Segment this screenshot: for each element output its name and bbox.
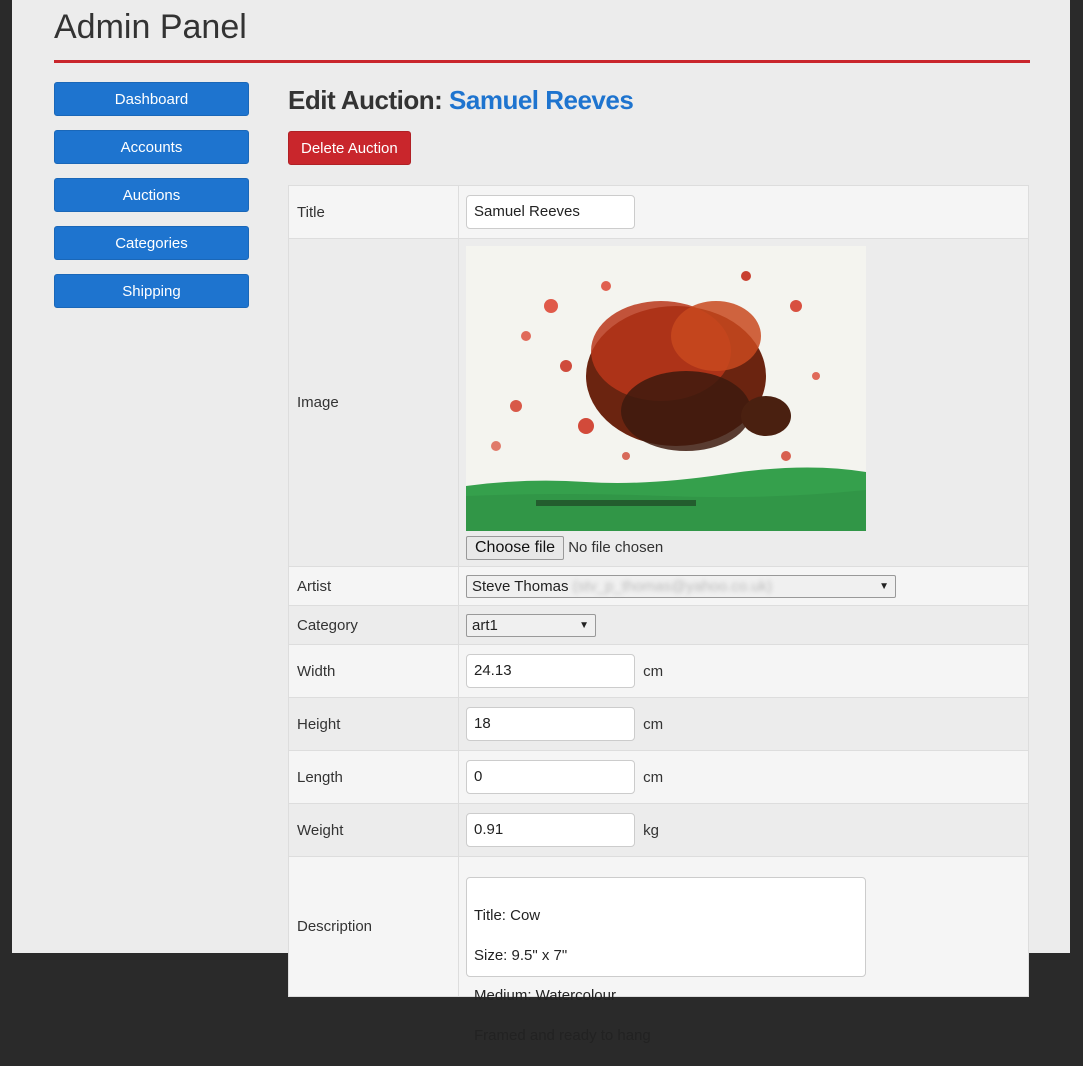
height-input[interactable]: 18 bbox=[466, 707, 635, 741]
description-line: Size: 9.5" x 7" bbox=[474, 946, 568, 964]
auction-form: Title Samuel Reeves Image Choose file No… bbox=[288, 185, 1029, 1044]
length-label: Length bbox=[288, 750, 459, 804]
form-row-width: Width 24.13 cm bbox=[288, 644, 1029, 698]
length-unit: cm bbox=[643, 768, 664, 786]
width-unit: cm bbox=[643, 662, 664, 680]
file-upload: Choose file No file chosen bbox=[466, 535, 1021, 560]
height-label: Height bbox=[288, 697, 459, 751]
form-row-category: Category art1 ▼ bbox=[288, 605, 1029, 645]
sidebar-item-accounts[interactable]: Accounts bbox=[54, 130, 249, 164]
title-label: Title bbox=[288, 185, 459, 239]
category-label: Category bbox=[288, 605, 459, 645]
delete-auction-button[interactable]: Delete Auction bbox=[288, 131, 411, 165]
artist-select-value: Steve Thomas bbox=[472, 577, 569, 595]
description-line: Title: Cow bbox=[474, 906, 541, 924]
sidebar-item-auctions[interactable]: Auctions bbox=[54, 178, 249, 212]
category-select-value: art1 bbox=[472, 616, 498, 634]
form-row-description: Description Title: Cow Size: 9.5" x 7" M… bbox=[288, 856, 1029, 1044]
form-row-weight: Weight 0.91 kg bbox=[288, 803, 1029, 857]
main-content: Edit Auction: Samuel Reeves Delete Aucti… bbox=[288, 82, 1029, 1044]
header: Admin Panel bbox=[54, 0, 1030, 63]
description-line: Medium: Watercolour bbox=[474, 986, 616, 1004]
description-line: Framed and ready to hang bbox=[474, 1026, 651, 1044]
page: Admin Panel Dashboard Accounts Auctions … bbox=[12, 0, 1070, 1044]
artist-label: Artist bbox=[288, 566, 459, 606]
auction-image bbox=[466, 245, 866, 531]
weight-input[interactable]: 0.91 bbox=[466, 813, 635, 847]
choose-file-button[interactable]: Choose file bbox=[466, 535, 565, 560]
sidebar-item-dashboard[interactable]: Dashboard bbox=[54, 82, 249, 116]
title-input[interactable]: Samuel Reeves bbox=[466, 195, 635, 229]
width-label: Width bbox=[288, 644, 459, 698]
artist-email: (stv_p_thomas@yahoo.co.uk) bbox=[572, 577, 773, 595]
edit-heading: Edit Auction: Samuel Reeves bbox=[288, 82, 1029, 118]
edit-heading-prefix: Edit Auction: bbox=[288, 85, 443, 115]
sidebar-item-categories[interactable]: Categories bbox=[54, 226, 249, 260]
image-label: Image bbox=[288, 238, 459, 567]
form-row-length: Length 0 cm bbox=[288, 750, 1029, 804]
width-input[interactable]: 24.13 bbox=[466, 654, 635, 688]
weight-unit: kg bbox=[643, 821, 660, 839]
page-title: Admin Panel bbox=[54, 8, 247, 46]
artist-select[interactable]: Steve Thomas (stv_p_thomas@yahoo.co.uk) … bbox=[466, 574, 896, 598]
category-select[interactable]: art1 ▼ bbox=[466, 613, 596, 637]
sidebar: Dashboard Accounts Auctions Categories S… bbox=[54, 82, 249, 322]
chevron-down-icon: ▼ bbox=[879, 580, 889, 592]
description-textarea[interactable]: Title: Cow Size: 9.5" x 7" Medium: Water… bbox=[466, 876, 866, 1044]
edit-heading-name: Samuel Reeves bbox=[449, 85, 634, 115]
description-label: Description bbox=[288, 856, 459, 997]
form-row-title: Title Samuel Reeves bbox=[288, 185, 1029, 239]
form-row-height: Height 18 cm bbox=[288, 697, 1029, 751]
length-input[interactable]: 0 bbox=[466, 760, 635, 794]
weight-label: Weight bbox=[288, 803, 459, 857]
chevron-down-icon: ▼ bbox=[579, 619, 589, 631]
form-row-artist: Artist Steve Thomas (stv_p_thomas@yahoo.… bbox=[288, 566, 1029, 606]
form-row-image: Image Choose file No file chosen bbox=[288, 238, 1029, 567]
height-unit: cm bbox=[643, 715, 664, 733]
sidebar-item-shipping[interactable]: Shipping bbox=[54, 274, 249, 308]
file-status: No file chosen bbox=[568, 538, 664, 556]
